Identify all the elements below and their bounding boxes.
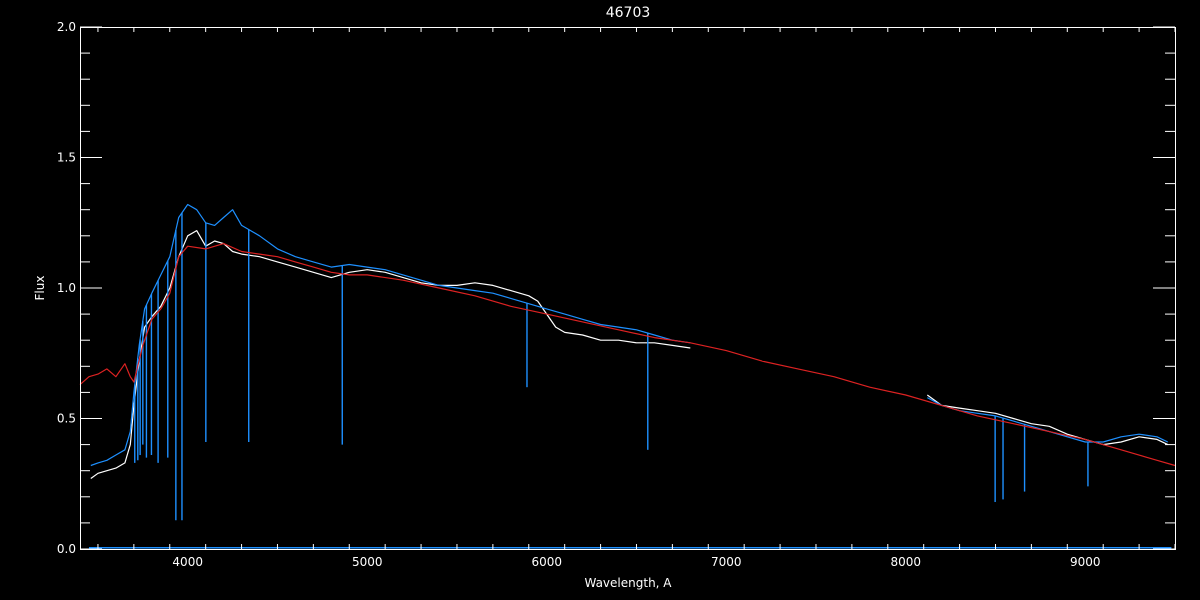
- y-tick-label: 0.0: [57, 542, 76, 556]
- y-tick-label: 1.5: [57, 151, 76, 165]
- x-tick-label: 9000: [1070, 555, 1101, 569]
- spectrum-chart: 46703 4000 5000 6000 7000 8000 9000 0.0 0.5 1.0…: [0, 0, 1200, 600]
- chart-title: 46703: [606, 5, 651, 21]
- y-tick-label: 0.5: [57, 412, 76, 426]
- chart-background: [0, 0, 1200, 600]
- x-tick-label: 7000: [711, 555, 742, 569]
- x-tick-label: 6000: [531, 555, 562, 569]
- x-axis-label: Wavelength, A: [584, 576, 672, 590]
- y-tick-label: 1.0: [57, 281, 76, 295]
- x-tick-label: 8000: [890, 555, 921, 569]
- x-tick-label: 4000: [172, 555, 203, 569]
- y-axis-label: Flux: [33, 276, 47, 301]
- y-tick-label: 2.0: [57, 20, 76, 34]
- x-tick-label: 5000: [352, 555, 383, 569]
